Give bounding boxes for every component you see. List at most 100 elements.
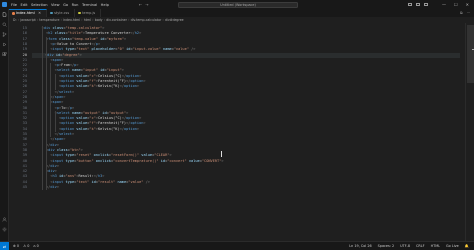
line-number: 26 xyxy=(22,84,27,89)
line-number: 40 xyxy=(22,158,27,163)
gear-icon[interactable] xyxy=(2,227,7,232)
breadcrumb-separator: › xyxy=(92,17,94,22)
command-center-search[interactable]: Untitled (Workspace) xyxy=(178,1,298,8)
maximize-icon[interactable]: ☐ xyxy=(454,2,458,7)
line-number: 21 xyxy=(22,57,27,62)
indent-guide xyxy=(50,63,51,138)
line-number: 23 xyxy=(22,68,27,73)
tab-actions: ⧉ ··· xyxy=(460,9,474,17)
editor-scrollbar[interactable] xyxy=(465,22,474,241)
line-number: 37 xyxy=(22,142,27,147)
line-number: 30 xyxy=(22,105,27,110)
toggle-sidebar-icon[interactable] xyxy=(408,2,412,7)
back-arrow-icon[interactable]: ← xyxy=(139,2,142,7)
toggle-panel-icon[interactable] xyxy=(416,2,420,7)
warnings-count[interactable]: ⚠ 0 xyxy=(23,244,29,248)
minimize-icon[interactable]: — xyxy=(442,2,446,7)
line-number: 19 xyxy=(22,47,27,52)
editor-tabs: index.html ✕ style.css temp.js ⧉ ··· xyxy=(9,9,474,17)
forward-arrow-icon[interactable]: → xyxy=(145,2,148,7)
errors-count[interactable]: ⊗ 0 xyxy=(13,244,19,248)
tab-label: temp.js xyxy=(82,10,96,15)
menu-go[interactable]: Go xyxy=(63,3,68,7)
go-live-button[interactable]: Go Live xyxy=(446,244,459,248)
line-number: 43 xyxy=(22,174,27,179)
nav-arrows: ← → xyxy=(139,2,149,7)
breadcrumb-separator: › xyxy=(17,17,19,22)
line-number: 25 xyxy=(22,79,27,83)
tab-temp-js[interactable]: temp.js xyxy=(75,9,102,17)
css-file-icon xyxy=(50,11,53,14)
toggle-secondary-sidebar-icon[interactable] xyxy=(424,2,428,7)
breadcrumb-segment[interactable]: html xyxy=(84,18,91,22)
breadcrumb-segment[interactable]: body xyxy=(95,18,103,22)
line-number: 36 xyxy=(22,137,27,142)
menu-file[interactable]: File xyxy=(11,3,17,7)
line-number: 35 xyxy=(22,132,27,136)
split-editor-icon[interactable]: ⧉ xyxy=(460,11,463,15)
line-ending[interactable]: CRLF xyxy=(416,244,425,248)
remote-indicator-icon[interactable]: ⇌ xyxy=(0,241,9,250)
more-actions-icon[interactable]: ··· xyxy=(467,11,470,15)
breadcrumb-segment[interactable]: div.container xyxy=(106,18,127,22)
command-center-label: Untitled (Workspace) xyxy=(220,2,256,7)
breadcrumb-segment[interactable]: index.html xyxy=(63,18,80,22)
line-number: 34 xyxy=(22,126,27,131)
vscode-logo-icon xyxy=(0,0,9,9)
line-number: 32 xyxy=(22,116,27,121)
breadcrumb-segment[interactable]: javascript xyxy=(20,18,36,22)
code-area[interactable]: <div class="temp-calculator"> <h2 class=… xyxy=(32,23,463,242)
code-line[interactable]: <div id="degree"> xyxy=(32,52,460,58)
status-left: ⊗ 0 ⚠ 0 ⌂ 0 xyxy=(9,244,39,248)
tab-style-css[interactable]: style.css xyxy=(47,9,76,17)
indent-guide xyxy=(54,73,56,90)
code-editor[interactable]: 15 16 17 18 19 20 21 22 23 24 25 26 27 28 29 30 31 32 33 34… xyxy=(9,22,465,242)
indent-guide xyxy=(41,26,43,191)
code-line[interactable]: <input type="button" onclick="convertTem… xyxy=(33,159,223,164)
extensions-icon[interactable] xyxy=(2,52,7,57)
cursor-position[interactable]: Ln 19, Col 26 xyxy=(349,244,371,248)
indentation[interactable]: Spaces: 2 xyxy=(378,244,394,248)
menu-terminal[interactable]: Terminal xyxy=(82,3,97,7)
breadcrumb-segment[interactable]: div.temp-calculator xyxy=(131,18,162,22)
html-file-icon xyxy=(12,12,15,15)
line-number: 39 xyxy=(22,153,27,158)
status-right: Ln 19, Col 26 Spaces: 2 UTF-8 CRLF HTML … xyxy=(349,244,474,248)
line-number: 31 xyxy=(22,110,27,115)
scrollbar-thumb[interactable] xyxy=(467,24,474,83)
line-number: 44 xyxy=(22,179,27,184)
ports-count[interactable]: ⌂ 0 xyxy=(33,244,38,248)
window-controls: — ☐ ✕ xyxy=(442,0,474,9)
menu-bar: File Edit Selection View Go Run Terminal… xyxy=(9,3,109,7)
bell-icon[interactable]: 🔔 xyxy=(465,244,469,248)
account-icon[interactable] xyxy=(2,217,7,222)
breadcrumb-segment[interactable]: D: xyxy=(13,18,17,22)
close-window-icon[interactable]: ✕ xyxy=(466,2,469,7)
line-number-gutter: 15 16 17 18 19 20 21 22 23 24 25 26 27 28 29 30 31 32 33 34… xyxy=(9,23,30,242)
tab-label: style.css xyxy=(54,10,70,15)
menu-run[interactable]: Run xyxy=(72,3,79,7)
language-mode[interactable]: HTML xyxy=(431,244,440,248)
line-number: 41 xyxy=(22,163,27,168)
menu-help[interactable]: Help xyxy=(101,3,109,7)
breadcrumb-separator: › xyxy=(128,17,130,22)
line-number: 28 xyxy=(22,94,27,99)
breadcrumb-segment[interactable]: temperature xyxy=(39,18,59,22)
line-number: 20 xyxy=(22,52,27,57)
activity-bar xyxy=(0,9,9,241)
explorer-icon[interactable] xyxy=(2,12,7,17)
line-number: 16 xyxy=(22,31,27,36)
run-debug-icon[interactable] xyxy=(2,42,7,47)
breadcrumb-separator: › xyxy=(103,17,106,22)
breadcrumb-segment[interactable]: div#degree xyxy=(165,18,184,22)
menu-view[interactable]: View xyxy=(51,3,60,7)
tab-index-html[interactable]: index.html ✕ xyxy=(9,9,48,17)
title-bar: File Edit Selection View Go Run Terminal… xyxy=(0,0,474,9)
menu-selection[interactable]: Selection xyxy=(31,3,48,7)
source-control-icon[interactable] xyxy=(2,32,7,37)
menu-edit[interactable]: Edit xyxy=(21,3,28,7)
js-file-icon xyxy=(78,11,81,14)
close-tab-icon[interactable]: ✕ xyxy=(38,11,41,15)
search-icon[interactable] xyxy=(2,22,7,27)
encoding[interactable]: UTF-8 xyxy=(400,244,410,248)
